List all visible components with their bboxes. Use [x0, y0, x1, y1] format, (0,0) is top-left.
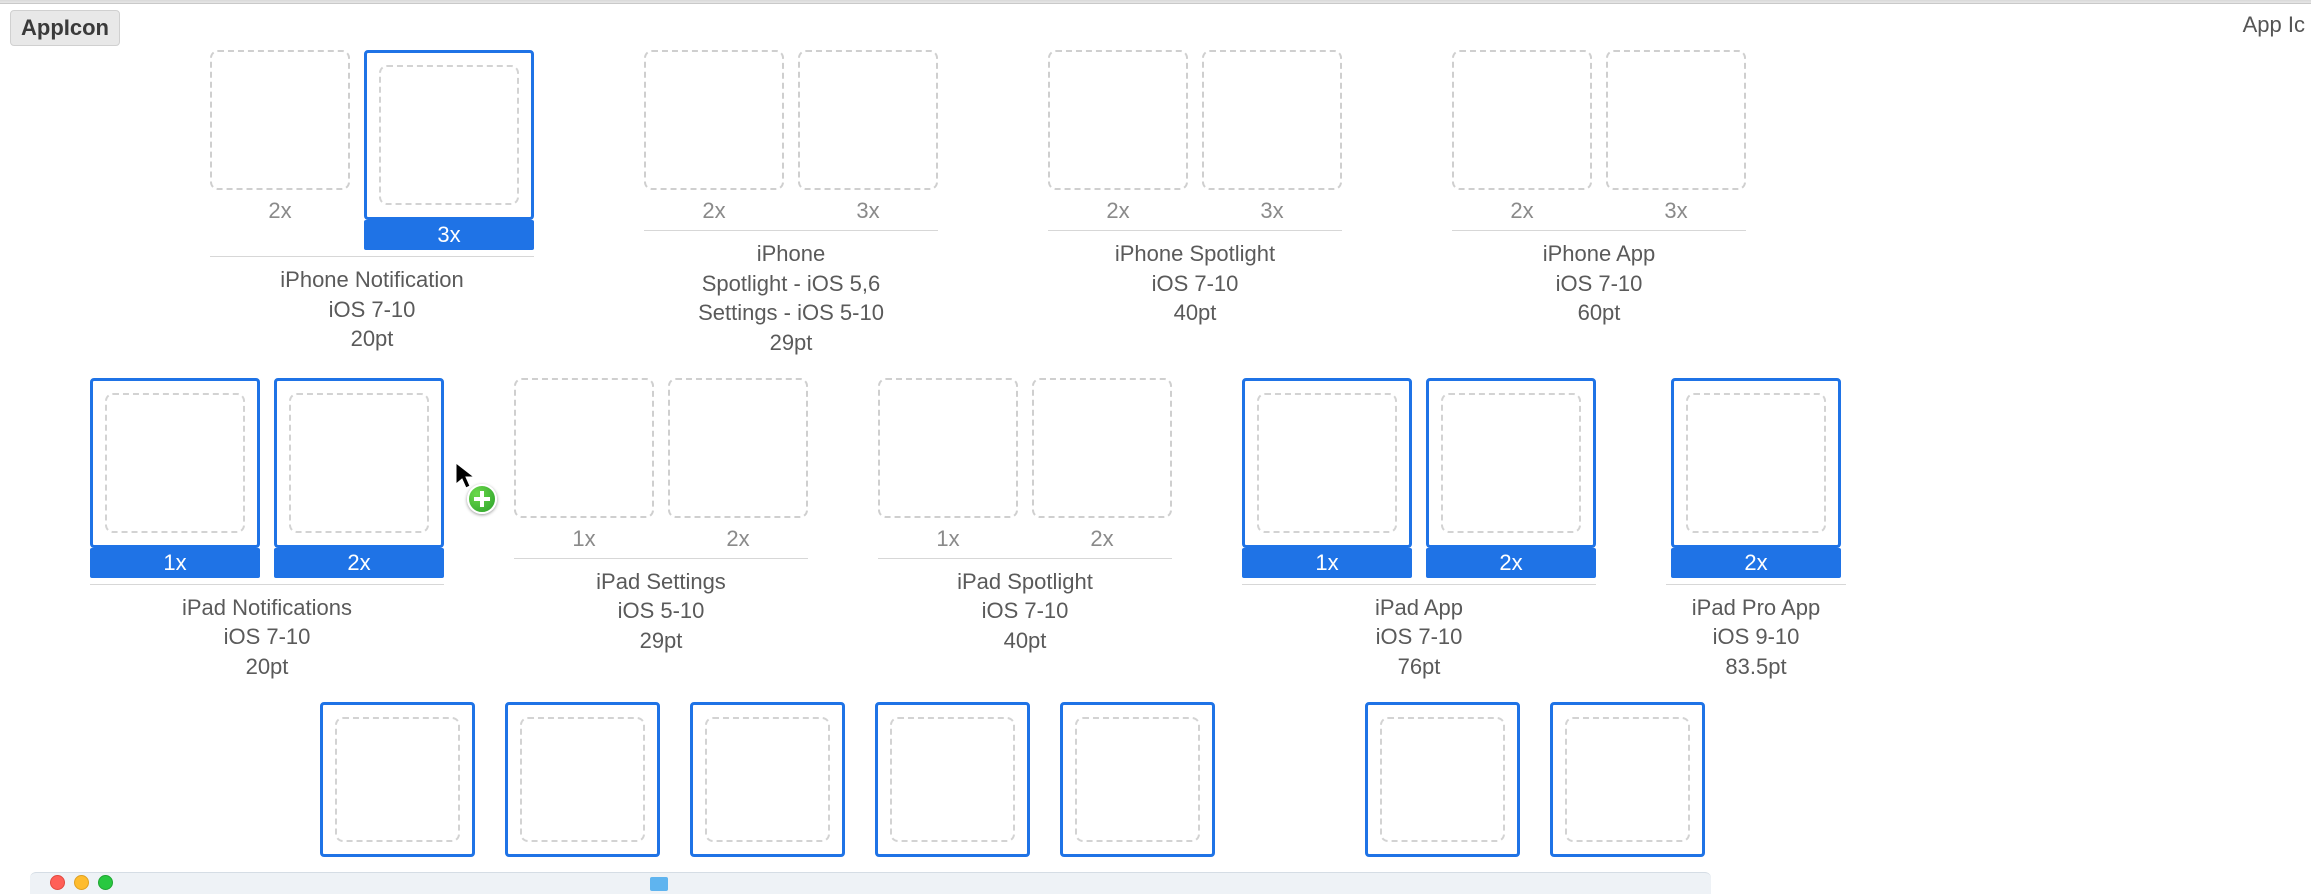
row-ipad: 1x 2x iPad Notifications iOS 7-10 20pt 1… [90, 378, 2301, 682]
well-partial-5[interactable] [1060, 702, 1215, 857]
scale-label: 1x [514, 526, 654, 552]
group-iphone-settings: 2x 3x iPhone Spotlight - iOS 5,6 Setting… [644, 50, 938, 358]
well-iphone-spotlight-2x[interactable]: 2x [1048, 50, 1188, 224]
group-caption: iPhone Notification iOS 7-10 20pt [280, 265, 463, 354]
row-iphone: 2x 3x iPhone Notification iOS 7-10 20pt … [90, 50, 2301, 358]
well-iphone-notification-2x[interactable]: 2x [210, 50, 350, 250]
asset-name-badge[interactable]: AppIcon [10, 10, 120, 46]
group-caption: iPhone Spotlight iOS 7-10 40pt [1115, 239, 1275, 328]
scale-label: 3x [364, 220, 534, 250]
group-caption: iPhone App iOS 7-10 60pt [1543, 239, 1656, 328]
folder-icon [650, 877, 668, 891]
group-caption: iPad Pro App iOS 9-10 83.5pt [1692, 593, 1820, 682]
group-iphone-app: 2x 3x iPhone App iOS 7-10 60pt [1452, 50, 1746, 328]
group-ipad-spotlight: 1x 2x iPad Spotlight iOS 7-10 40pt [878, 378, 1172, 656]
scale-label: 2x [1452, 198, 1592, 224]
well-partial-2[interactable] [505, 702, 660, 857]
well-partial-3[interactable] [690, 702, 845, 857]
well-ipad-spotlight-1x[interactable]: 1x [878, 378, 1018, 552]
appicon-canvas: 2x 3x iPhone Notification iOS 7-10 20pt … [90, 50, 2301, 894]
well-iphone-settings-2x[interactable]: 2x [644, 50, 784, 224]
group-caption: iPad App iOS 7-10 76pt [1375, 593, 1463, 682]
well-iphone-settings-3x[interactable]: 3x [798, 50, 938, 224]
finder-window-strip [30, 872, 1711, 894]
group-ipad-pro-app: 2x iPad Pro App iOS 9-10 83.5pt [1666, 378, 1846, 682]
close-icon[interactable] [50, 875, 65, 890]
scale-label: 3x [1606, 198, 1746, 224]
group-ipad-app: 1x 2x iPad App iOS 7-10 76pt [1242, 378, 1596, 682]
well-ipad-notifications-2x[interactable]: 2x [274, 378, 444, 578]
well-ipad-pro-app-2x[interactable]: 2x [1671, 378, 1841, 578]
group-caption: iPad Settings iOS 5-10 29pt [596, 567, 726, 656]
well-partial-1[interactable] [320, 702, 475, 857]
scale-label: 2x [210, 198, 350, 224]
well-partial-4[interactable] [875, 702, 1030, 857]
scale-label: 1x [1242, 548, 1412, 578]
group-ipad-notifications: 1x 2x iPad Notifications iOS 7-10 20pt [90, 378, 444, 682]
inspector-title-truncated: App Ic [2243, 12, 2305, 38]
well-iphone-app-3x[interactable]: 3x [1606, 50, 1746, 224]
scale-label: 2x [668, 526, 808, 552]
scale-label: 1x [878, 526, 1018, 552]
well-iphone-notification-3x[interactable]: 3x [364, 50, 534, 250]
group-caption: iPhone Spotlight - iOS 5,6 Settings - iO… [698, 239, 884, 358]
window-toolbar [0, 0, 2311, 4]
scale-label: 2x [1426, 548, 1596, 578]
group-caption: iPad Notifications iOS 7-10 20pt [182, 593, 352, 682]
group-caption: iPad Spotlight iOS 7-10 40pt [957, 567, 1093, 656]
well-ipad-app-1x[interactable]: 1x [1242, 378, 1412, 578]
scale-label: 2x [274, 548, 444, 578]
well-iphone-app-2x[interactable]: 2x [1452, 50, 1592, 224]
minimize-icon[interactable] [74, 875, 89, 890]
scale-label: 3x [1202, 198, 1342, 224]
well-iphone-spotlight-3x[interactable]: 3x [1202, 50, 1342, 224]
group-iphone-spotlight: 2x 3x iPhone Spotlight iOS 7-10 40pt [1048, 50, 1342, 328]
scale-label: 2x [1048, 198, 1188, 224]
well-partial-7[interactable] [1550, 702, 1705, 857]
well-ipad-settings-1x[interactable]: 1x [514, 378, 654, 552]
well-ipad-settings-2x[interactable]: 2x [668, 378, 808, 552]
zoom-icon[interactable] [98, 875, 113, 890]
window-traffic-lights[interactable] [50, 875, 113, 890]
scale-label: 2x [644, 198, 784, 224]
well-ipad-spotlight-2x[interactable]: 2x [1032, 378, 1172, 552]
group-ipad-settings: 1x 2x iPad Settings iOS 5-10 29pt [514, 378, 808, 656]
scale-label: 2x [1032, 526, 1172, 552]
well-partial-6[interactable] [1365, 702, 1520, 857]
row-partial [90, 702, 2301, 857]
scale-label: 3x [798, 198, 938, 224]
scale-label: 1x [90, 548, 260, 578]
well-ipad-notifications-1x[interactable]: 1x [90, 378, 260, 578]
scale-label: 2x [1671, 548, 1841, 578]
well-ipad-app-2x[interactable]: 2x [1426, 378, 1596, 578]
group-iphone-notification: 2x 3x iPhone Notification iOS 7-10 20pt [210, 50, 534, 354]
